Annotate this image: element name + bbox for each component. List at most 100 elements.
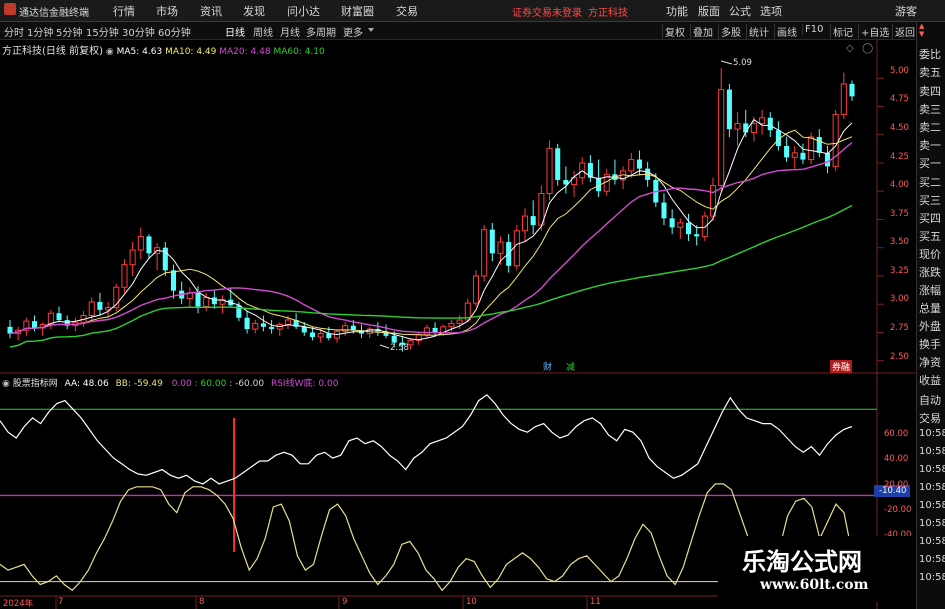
price-tick: 4.00 [890,180,909,190]
candle-body[interactable] [677,222,684,228]
candle-body[interactable] [31,321,38,328]
indicator-title: 股票指标网 [12,379,58,389]
sidebar-item-price[interactable]: 现价 [919,246,941,262]
candle-body[interactable] [472,275,479,304]
candle-body[interactable] [146,236,152,254]
candle-body[interactable] [816,136,822,153]
candle-body[interactable] [121,264,128,288]
sidebar-item-bid2[interactable]: 买二 [919,174,941,190]
tick-time: 10:58 [919,446,945,457]
candle-body[interactable] [661,202,667,219]
finance-marker[interactable]: 财 [543,360,552,373]
sidebar-item-ask1[interactable]: 卖一 [919,137,941,153]
candle-body[interactable] [97,301,103,310]
candle-body[interactable] [685,222,692,235]
candle-body[interactable] [137,235,144,251]
candle-body[interactable] [342,325,349,332]
candle-body[interactable] [726,89,732,130]
candle-body[interactable] [767,117,773,131]
price-tick: 5.00 [890,66,909,76]
candle-body[interactable] [284,319,291,326]
candle-body[interactable] [211,297,217,305]
candle-body[interactable] [269,326,275,330]
price-tick: 2.50 [890,352,909,362]
candle-body[interactable] [530,216,536,226]
sidebar-item-ask5[interactable]: 卖五 [919,64,941,80]
candle-body[interactable] [784,146,790,158]
price-tick: 3.00 [890,294,909,304]
sidebar-item-ask3[interactable]: 卖三 [919,101,941,117]
candle-body[interactable] [824,152,831,167]
candle-body[interactable] [800,152,806,160]
tick-time: 10:58 [919,482,945,493]
candle-body[interactable] [669,218,675,228]
candle-body[interactable] [195,292,201,307]
candle-body[interactable] [497,241,504,254]
reduce-marker[interactable]: 减 [566,360,575,373]
date-month: 10 [466,597,477,607]
tick-time: 10:58 [919,464,945,475]
sidebar-item-change[interactable]: 涨跌 [919,264,941,280]
sidebar-item-change-pct[interactable]: 涨幅 [919,282,941,298]
candle-body[interactable] [750,122,757,133]
sidebar-item-volume[interactable]: 总量 [919,300,941,316]
candle-body[interactable] [546,147,553,194]
candle-body[interactable] [391,335,397,343]
sidebar-item-bid5[interactable]: 买五 [919,228,941,244]
sidebar-item-turnover[interactable]: 换手 [919,336,941,352]
const3-label: : -60.00 [229,379,265,389]
expand-icon[interactable]: ◯ [862,43,873,54]
sidebar-item-ask4[interactable]: 卖四 [919,83,941,99]
indicator-settings-icon[interactable]: ◉ [2,379,10,389]
candle-body[interactable] [260,323,266,327]
candle-body[interactable] [849,83,855,97]
price-tick: 3.75 [890,209,909,219]
candle-body[interactable] [129,249,136,266]
watermark-title: 乐淘公式网 [742,548,862,576]
candle-body[interactable] [489,229,495,254]
candle-body[interactable] [513,230,520,267]
margin-marker[interactable]: 券融 [830,360,853,373]
candle-body[interactable] [301,326,307,333]
candle-body[interactable] [832,113,839,167]
chart-area[interactable] [0,0,945,609]
candle-body[interactable] [521,215,529,232]
sidebar-item-outer[interactable]: 外盘 [919,318,941,334]
tick-time: 10:58 [919,536,945,547]
sidebar-item-ask2[interactable]: 卖二 [919,119,941,135]
candle-body[interactable] [170,270,177,291]
candle-body[interactable] [56,313,62,321]
candle-body[interactable] [432,327,438,333]
candle-body[interactable] [808,136,815,161]
candle-body[interactable] [694,234,700,237]
candle-body[interactable] [203,296,210,307]
candle-body[interactable] [636,159,642,169]
candle-body[interactable] [628,159,635,172]
candle-body[interactable] [481,229,488,277]
candle-body[interactable] [555,148,561,180]
candle-body[interactable] [840,83,847,115]
sidebar-item-bid3[interactable]: 买三 [919,192,941,208]
candle-body[interactable] [448,322,455,328]
candle-body[interactable] [423,327,430,336]
price-tick: 3.50 [890,237,909,247]
candle-body[interactable] [718,89,725,187]
candle-body[interactable] [759,117,766,124]
settings-diamond-icon[interactable]: ◇ [846,43,854,54]
candle-body[interactable] [456,319,463,324]
sidebar-item-auto[interactable]: 自动 [919,392,941,408]
date-month: 8 [199,597,205,607]
candle-body[interactable] [734,122,741,130]
candle-body[interactable] [317,333,324,338]
candle-body[interactable] [88,301,95,317]
candle-body[interactable] [252,322,259,330]
sidebar-item-bid1[interactable]: 买一 [919,155,941,171]
sidebar-item-net-assets[interactable]: 净资 [919,354,941,370]
candle-body[interactable] [244,317,250,330]
candle-body[interactable] [309,332,316,337]
sidebar-item-earnings[interactable]: 收益 [919,372,941,388]
sidebar-item-bid-ratio[interactable]: 委比 [919,46,941,62]
sidebar-item-trade[interactable]: 交易 [919,410,941,426]
candle-body[interactable] [791,152,798,158]
sidebar-item-bid4[interactable]: 买四 [919,210,941,226]
